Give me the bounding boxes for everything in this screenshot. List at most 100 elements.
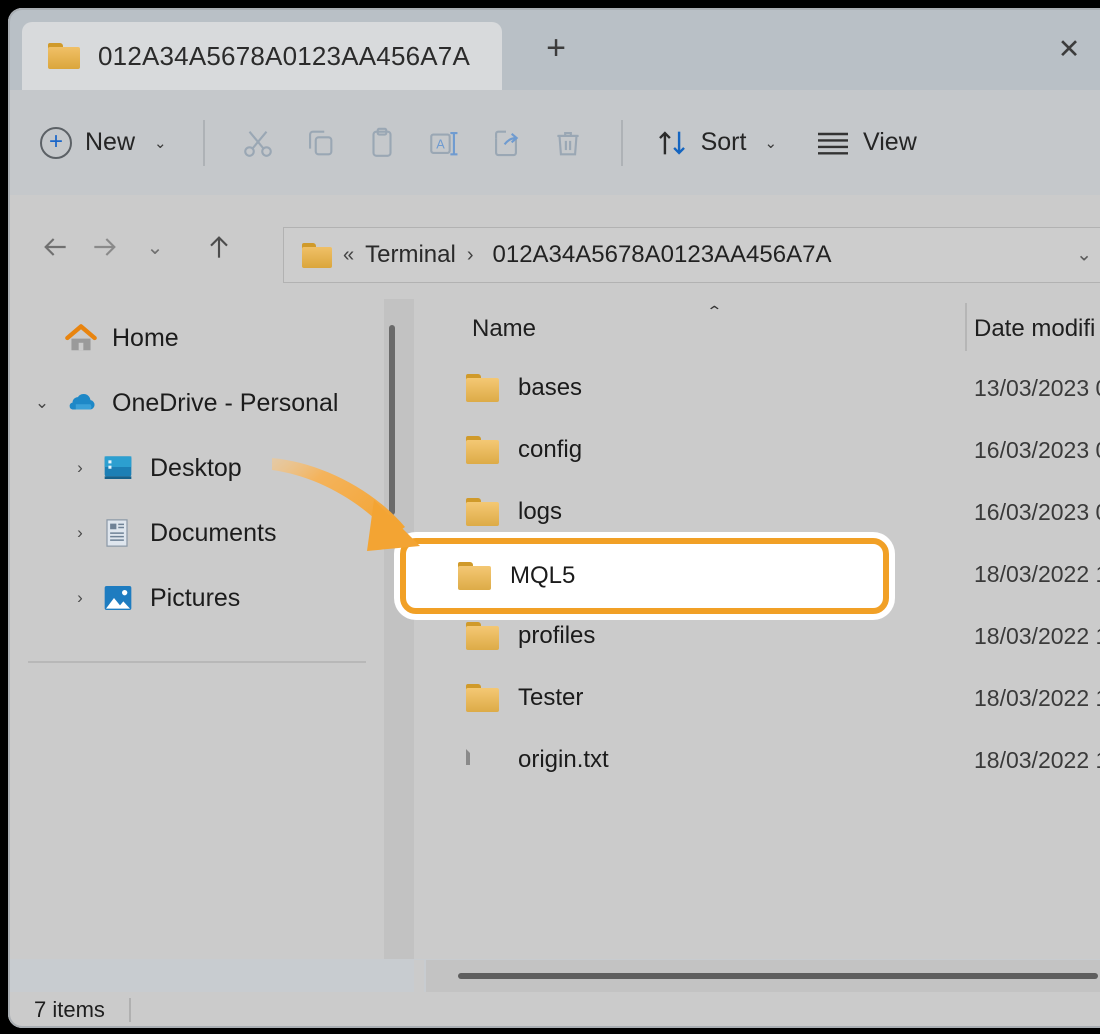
navigation-pane: Home ⌄ OneDrive - Personal › Desktop › D… — [8, 299, 386, 959]
svg-text:A: A — [436, 136, 445, 151]
paste-button[interactable] — [351, 115, 413, 171]
folder-icon — [466, 684, 500, 712]
breadcrumb-dropdown-icon[interactable]: ⌄ — [1076, 244, 1092, 267]
chevron-right-icon-pictures[interactable]: › — [58, 588, 102, 608]
folder-icon — [48, 43, 80, 69]
file-explorer-window: 012A34A5678A0123AA456A7A ✕ + + New ⌄ A S… — [8, 8, 1100, 1028]
new-button[interactable]: + New ⌄ — [26, 115, 181, 171]
home-icon — [64, 323, 98, 353]
column-header-row: Name ⌃ Date modifi — [414, 299, 1100, 357]
file-date: 18/03/2022 1 — [974, 684, 1100, 711]
new-button-label: New — [85, 128, 136, 156]
file-list-pane: Name ⌃ Date modifi bases 13/03/2023 0 co… — [414, 299, 1100, 959]
chevron-down-icon: ⌄ — [154, 134, 167, 152]
file-name: config — [518, 436, 583, 463]
plus-icon: + — [40, 126, 72, 159]
toolbar-divider-2 — [620, 119, 623, 166]
folder-icon-breadcrumb — [302, 242, 332, 268]
file-date: 16/03/2023 0 — [974, 498, 1100, 525]
copy-button[interactable] — [289, 115, 351, 171]
folder-icon — [466, 498, 500, 526]
pictures-icon — [102, 583, 136, 613]
screenshot-root: 012A34A5678A0123AA456A7A ✕ + + New ⌄ A S… — [0, 0, 1100, 1034]
file-date: 18/03/2022 1 — [974, 560, 1100, 587]
up-button[interactable] — [194, 222, 244, 272]
documents-icon — [102, 518, 136, 548]
delete-button[interactable] — [537, 115, 599, 171]
folder-icon — [466, 436, 500, 464]
tab-title: 012A34A5678A0123AA456A7A — [98, 40, 471, 71]
scrollbar-gap — [414, 960, 424, 992]
table-row[interactable]: profiles 18/03/2022 1 — [414, 605, 1100, 667]
annotation-highlight-box: MQL5 — [400, 538, 889, 614]
new-tab-icon[interactable]: + — [538, 29, 574, 67]
breadcrumb-overflow-icon[interactable]: « — [343, 244, 354, 267]
table-row[interactable]: origin.txt 18/03/2022 1 — [414, 729, 1100, 791]
item-count-label: 7 items — [34, 997, 105, 1022]
sidebar-item-documents[interactable]: › Documents — [58, 510, 408, 556]
copy-icon — [308, 130, 332, 155]
content-area: Home ⌄ OneDrive - Personal › Desktop › D… — [8, 299, 1100, 959]
cut-icon — [243, 130, 272, 157]
sort-button-label: Sort — [700, 128, 747, 156]
sort-ascending-icon: ⌃ — [706, 304, 723, 320]
sidebar-item-label: Home — [112, 323, 179, 352]
text-file-icon — [466, 744, 500, 774]
file-date: 13/03/2023 0 — [974, 374, 1100, 401]
folder-icon-mql5 — [458, 562, 492, 590]
table-row[interactable]: logs 16/03/2023 0 — [414, 481, 1100, 543]
sidebar-item-desktop[interactable]: › Desktop — [58, 445, 408, 491]
sort-button[interactable]: Sort ⌄ — [645, 115, 787, 171]
file-name: logs — [518, 498, 563, 525]
file-date: 16/03/2023 0 — [974, 436, 1100, 463]
recent-locations-button[interactable]: ⌄ — [130, 222, 180, 272]
delete-icon — [556, 131, 579, 155]
back-button[interactable] — [30, 222, 80, 272]
sidebar-item-onedrive[interactable]: ⌄ OneDrive - Personal — [20, 380, 370, 426]
rename-button[interactable]: A — [413, 115, 475, 171]
share-button[interactable] — [475, 115, 537, 171]
sort-icon — [658, 130, 685, 155]
chevron-down-icon-recent: ⌄ — [146, 236, 164, 259]
sidebar-item-pictures[interactable]: › Pictures — [58, 575, 408, 621]
file-name: bases — [518, 374, 583, 401]
sidebar-item-label: Desktop — [150, 453, 242, 482]
table-row[interactable]: Tester 18/03/2022 1 — [414, 667, 1100, 729]
file-date: 18/03/2022 1 — [974, 622, 1100, 649]
rename-icon: A — [429, 131, 458, 155]
chevron-down-icon-onedrive[interactable]: ⌄ — [20, 393, 64, 413]
breadcrumb-parent[interactable]: Terminal — [365, 241, 456, 269]
sidebar-item-label: Pictures — [150, 583, 241, 612]
file-date: 18/03/2022 1 — [974, 746, 1100, 773]
arrow-up-icon — [210, 236, 228, 258]
table-row[interactable]: bases 13/03/2023 0 — [414, 357, 1100, 419]
chevron-down-icon-sort: ⌄ — [764, 134, 778, 152]
folder-icon — [466, 374, 500, 402]
paste-icon — [372, 127, 392, 157]
sidebar-divider — [28, 661, 366, 663]
chevron-right-icon-documents[interactable]: › — [58, 523, 102, 543]
column-header-name[interactable]: Name — [472, 315, 536, 343]
table-row[interactable]: config 16/03/2023 0 — [414, 419, 1100, 481]
file-list-hscrollbar-thumb[interactable] — [458, 973, 1098, 979]
share-icon — [494, 130, 518, 156]
arrow-right-icon — [94, 238, 116, 256]
forward-button[interactable] — [80, 222, 130, 272]
command-bar: + New ⌄ A Sort ⌄ View — [8, 90, 1100, 195]
sidebar-scrollbar-thumb[interactable] — [389, 325, 395, 515]
cut-button[interactable] — [227, 115, 289, 171]
sidebar-item-label: OneDrive - Personal — [112, 388, 339, 417]
sidebar-item-home[interactable]: Home — [20, 315, 370, 361]
sidebar-item-label: Documents — [150, 518, 277, 547]
close-icon[interactable]: ✕ — [1052, 32, 1086, 66]
file-name: Tester — [518, 684, 584, 711]
breadcrumb[interactable]: « Terminal › 012A34A5678A0123AA456A7A ⌄ — [283, 227, 1100, 283]
chevron-right-icon-desktop[interactable]: › — [58, 458, 102, 478]
column-divider[interactable] — [965, 303, 967, 351]
breadcrumb-current[interactable]: 012A34A5678A0123AA456A7A — [493, 241, 832, 269]
status-bar: 7 items — [8, 992, 1100, 1028]
desktop-icon — [102, 453, 136, 483]
view-button[interactable]: View — [805, 115, 927, 171]
tab-active[interactable]: 012A34A5678A0123AA456A7A — [22, 22, 502, 90]
column-header-date-modified[interactable]: Date modifi — [974, 315, 1095, 343]
